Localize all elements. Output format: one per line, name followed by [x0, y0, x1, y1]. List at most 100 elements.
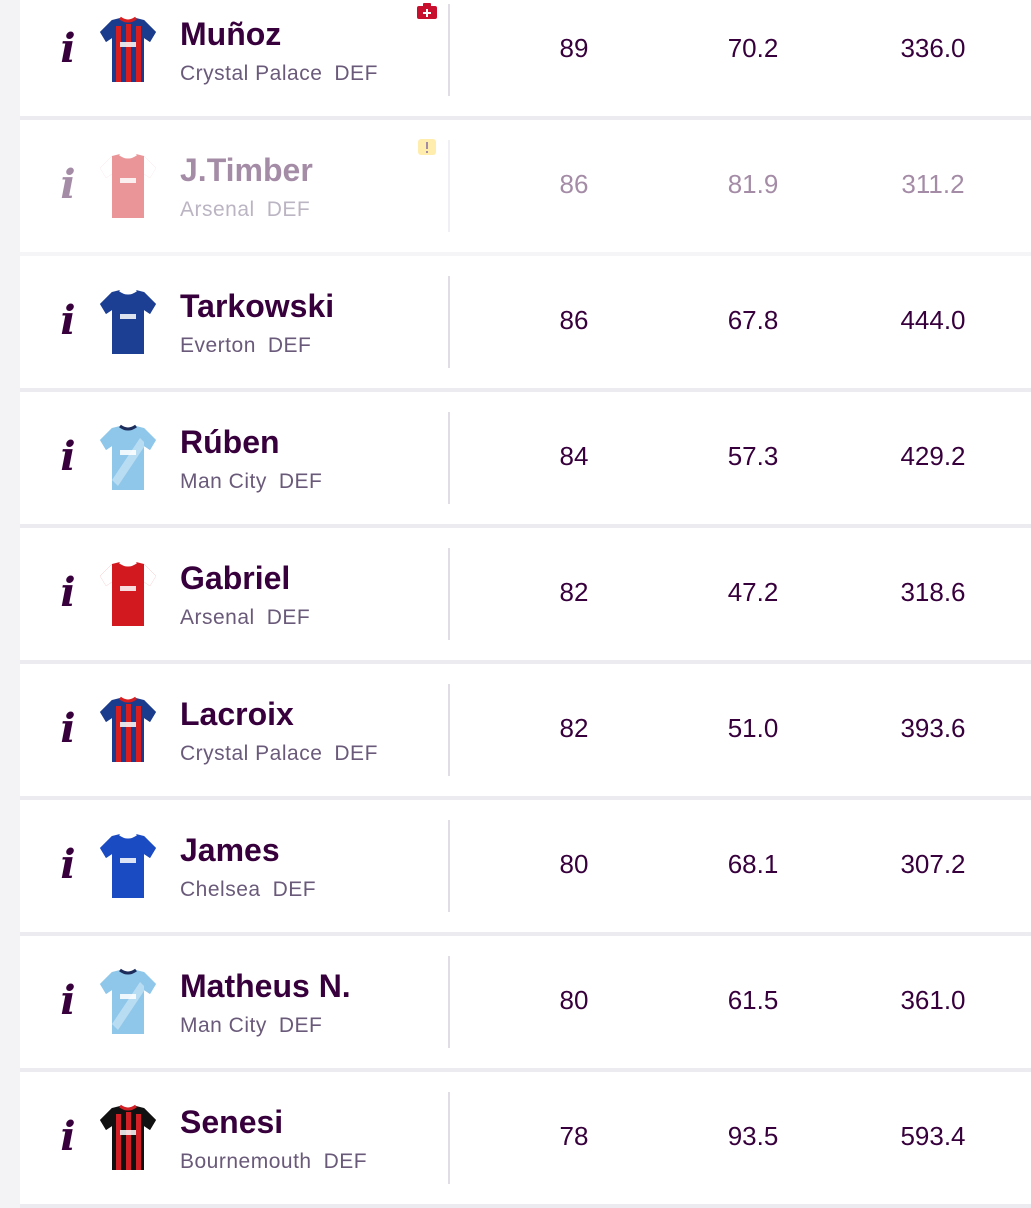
player-table: i Muñoz Crystal Palace DEF 89 70.2 336.0 i J.Tim…: [20, 0, 1031, 1208]
player-position: DEF: [334, 742, 378, 765]
stat-value-2: 81.9: [727, 169, 779, 199]
player-row[interactable]: i Rúben Man City DEF 84 57.3 429.2: [20, 392, 1031, 528]
stat-value-3: 318.6: [900, 577, 966, 607]
stat-value-2: 57.3: [727, 441, 779, 471]
player-meta: Everton DEF: [180, 334, 311, 358]
player-meta: Arsenal DEF: [180, 198, 310, 222]
info-icon[interactable]: i: [48, 1112, 88, 1162]
stat-value-1: 82: [559, 713, 589, 743]
stat-value-3: 307.2: [900, 849, 966, 879]
player-team: Crystal Palace: [180, 742, 323, 765]
info-icon[interactable]: i: [48, 24, 88, 74]
stat-value-3: 361.0: [900, 985, 966, 1015]
column-divider: [448, 4, 450, 96]
column-divider: [448, 548, 450, 640]
stat-value-2: 51.0: [727, 713, 779, 743]
column-divider: [448, 140, 450, 232]
player-name[interactable]: Rúben: [180, 424, 280, 461]
column-divider: [448, 956, 450, 1048]
info-icon[interactable]: i: [48, 296, 88, 346]
stat-value-1: 80: [559, 849, 589, 879]
player-team: Man City: [180, 1014, 267, 1037]
player-meta: Man City DEF: [180, 1014, 322, 1038]
player-name[interactable]: Tarkowski: [180, 288, 334, 325]
info-icon[interactable]: i: [48, 840, 88, 890]
stat-value-1: 78: [559, 1121, 589, 1151]
kit-shirt-icon: [98, 968, 158, 1036]
stat-value-2: 47.2: [727, 577, 779, 607]
player-team: Crystal Palace: [180, 62, 323, 85]
player-row[interactable]: i Muñoz Crystal Palace DEF 89 70.2 336.0: [20, 0, 1031, 120]
stat-value-1: 80: [559, 985, 589, 1015]
player-row[interactable]: i James Chelsea DEF 80 68.1 307.2: [20, 800, 1031, 936]
injury-flag-icon[interactable]: [416, 2, 438, 20]
kit-shirt-icon: [98, 152, 158, 220]
stat-value-2: 93.5: [727, 1121, 779, 1151]
player-row[interactable]: i Tarkowski Everton DEF 86 67.8 444.0: [20, 256, 1031, 392]
player-team: Arsenal: [180, 198, 255, 221]
stat-value-3: 336.0: [900, 33, 966, 63]
player-meta: Bournemouth DEF: [180, 1150, 367, 1174]
player-meta: Crystal Palace DEF: [180, 742, 378, 766]
stat-value-1: 82: [559, 577, 589, 607]
stat-value-2: 68.1: [727, 849, 779, 879]
player-name[interactable]: Senesi: [180, 1104, 283, 1141]
stat-value-3: 444.0: [900, 305, 966, 335]
player-team: Bournemouth: [180, 1150, 312, 1173]
stat-value-3: 593.4: [900, 1121, 966, 1151]
info-icon[interactable]: i: [48, 160, 88, 210]
stat-value-1: 86: [559, 305, 589, 335]
player-meta: Arsenal DEF: [180, 606, 310, 630]
stat-value-1: 86: [559, 169, 589, 199]
stat-value-3: 393.6: [900, 713, 966, 743]
player-meta: Chelsea DEF: [180, 878, 316, 902]
column-divider: [448, 820, 450, 912]
stat-value-3: 429.2: [900, 441, 966, 471]
column-divider: [448, 1092, 450, 1184]
kit-shirt-icon: [98, 832, 158, 900]
player-position: DEF: [323, 1150, 368, 1173]
info-icon[interactable]: i: [48, 976, 88, 1026]
kit-shirt-icon: [98, 288, 158, 356]
player-team: Man City: [180, 470, 267, 493]
info-icon[interactable]: i: [48, 432, 88, 482]
kit-shirt-icon: [98, 424, 158, 492]
player-row[interactable]: i Matheus N. Man City DEF 80 61.5 361.0: [20, 936, 1031, 1072]
info-icon[interactable]: i: [48, 704, 88, 754]
warning-flag-icon[interactable]: [416, 138, 438, 156]
player-meta: Crystal Palace DEF: [180, 62, 378, 86]
column-divider: [448, 412, 450, 504]
player-team: Chelsea: [180, 878, 261, 901]
player-team: Everton: [180, 334, 256, 357]
stat-value-2: 70.2: [727, 33, 779, 63]
player-position: DEF: [267, 334, 312, 357]
player-row[interactable]: i J.Timber Arsenal DEF 86 81.9 311.2: [20, 120, 1031, 256]
kit-shirt-icon: [98, 696, 158, 764]
stat-value-1: 89: [559, 33, 589, 63]
info-icon[interactable]: i: [48, 568, 88, 618]
player-row[interactable]: i Gabriel Arsenal DEF 82 47.2 318.6: [20, 528, 1031, 664]
stat-value-2: 67.8: [727, 305, 779, 335]
stat-value-2: 61.5: [727, 985, 779, 1015]
stat-value-1: 84: [559, 441, 589, 471]
player-row[interactable]: i Lacroix Crystal Palace DEF 82 51.0 393.6: [20, 664, 1031, 800]
player-position: DEF: [266, 198, 311, 221]
column-divider: [448, 276, 450, 368]
player-team: Arsenal: [180, 606, 255, 629]
player-name[interactable]: Gabriel: [180, 560, 290, 597]
stat-value-3: 311.2: [901, 169, 965, 199]
player-position: DEF: [334, 62, 378, 85]
player-position: DEF: [272, 878, 317, 901]
kit-shirt-icon: [98, 16, 158, 84]
player-name[interactable]: Lacroix: [180, 696, 294, 733]
player-position: DEF: [266, 606, 311, 629]
column-divider: [448, 684, 450, 776]
player-name[interactable]: J.Timber: [180, 152, 313, 189]
player-name[interactable]: Muñoz: [180, 16, 281, 53]
player-position: DEF: [278, 1014, 323, 1037]
player-name[interactable]: James: [180, 832, 280, 869]
player-position: DEF: [278, 470, 323, 493]
player-name[interactable]: Matheus N.: [180, 968, 351, 1005]
player-row[interactable]: i Senesi Bournemouth DEF 78 93.5 593.4: [20, 1072, 1031, 1208]
kit-shirt-icon: [98, 560, 158, 628]
